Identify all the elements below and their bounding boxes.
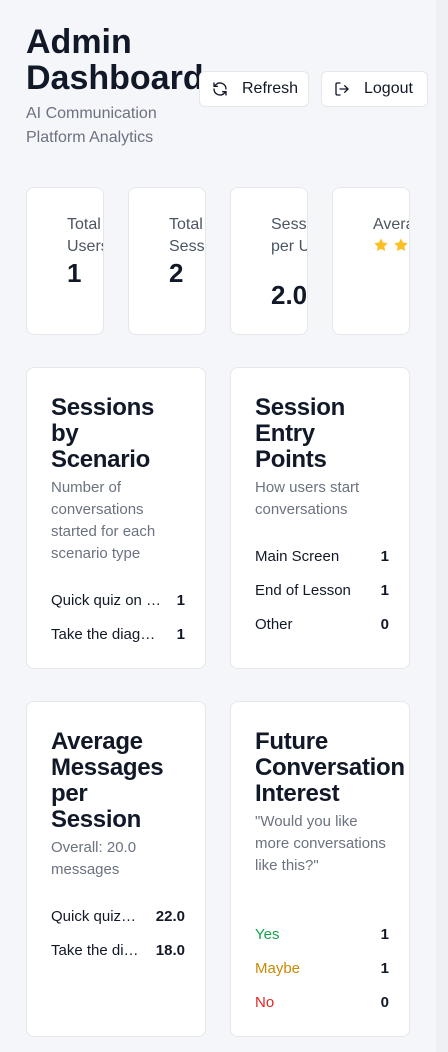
stat-value: 1 [67,258,82,288]
session-entry-points-card: Session Entry Points How users start conve… [230,367,410,669]
list-item: Quick quiz on … 1 [51,588,185,612]
page-title: Admin Dashboard [26,23,204,97]
refresh-icon [213,82,227,96]
list-item: No 0 [255,990,389,1014]
list-item: Yes 1 [255,922,389,946]
scrollbar[interactable] [436,0,448,1052]
row-value: 18.0 [155,941,185,959]
card-title: Sessions by Scenario [51,394,154,473]
card-description: How users start conversations [255,479,360,518]
card-description: "Would you like more conversations like … [255,813,386,874]
row-label: Main Screen [255,547,340,565]
row-value: 1 [380,959,389,977]
average-messages-card: Average Messages per Session Overall: 20.0 … [26,701,206,1037]
stat-label: Total Sessions [169,216,205,255]
row-value: 1 [176,591,185,609]
logout-label: Logout [364,80,413,97]
card-title: Average Messages per Session [51,728,164,833]
list-item: Take the diagnostic 18.0 [51,938,185,962]
list-item: End of Lesson 1 [255,578,389,602]
stat-card-average-rating: Average [332,187,410,335]
row-value: 0 [380,993,389,1011]
row-value: 1 [380,925,389,943]
stat-label: Average [373,216,409,233]
row-label: Quick quiz on … [51,591,162,609]
card-description: Overall: 20.0 messages [51,839,137,878]
stat-card-sessions-per-user: Sessions per User 2.0 [230,187,308,335]
rating-stars [373,237,409,253]
row-label: Take the diagnostic… [51,625,163,643]
row-label: Yes [255,925,280,943]
row-label: End of Lesson [255,581,351,599]
card-title: Future Conversation Interest [255,728,405,807]
row-label: Maybe [255,959,301,977]
list-item: Main Screen 1 [255,544,389,568]
logout-icon [335,82,349,96]
row-value: 1 [176,625,185,643]
card-title: Session Entry Points [255,394,345,473]
card-description: Number of conversations started for each… [51,479,156,562]
row-value: 0 [380,615,389,633]
refresh-label: Refresh [242,80,299,97]
stat-label: Sessions per User [271,216,307,255]
row-value: 1 [380,547,389,565]
stat-label: Total Users [67,216,103,255]
page-subtitle: AI Communication Platform Analytics [26,105,157,146]
sessions-by-scenario-card: Sessions by Scenario Number of conversatio… [26,367,206,669]
list-item: Maybe 1 [255,956,389,980]
star-icon [374,238,388,251]
row-label: No [255,993,275,1011]
list-item: Take the diagnostic… 1 [51,622,185,646]
row-label: Take the diagnostic [51,941,139,959]
list-item: Quick quiz on… 22.0 [51,904,185,928]
row-label: Other [255,615,293,633]
list-item: Other 0 [255,612,389,636]
star-icon [394,238,408,251]
stat-value: 2.0 [271,280,308,310]
row-label: Quick quiz on… [51,907,139,925]
row-value: 22.0 [155,907,185,925]
refresh-button[interactable]: Refresh [199,71,309,107]
stat-value: 2 [169,258,184,288]
future-interest-card: Future Conversation Interest "Would you li… [230,701,410,1037]
row-value: 1 [380,581,389,599]
stat-card-total-users: Total Users 1 [26,187,104,335]
stat-card-total-sessions: Total Sessions 2 [128,187,206,335]
logout-button[interactable]: Logout [321,71,428,107]
